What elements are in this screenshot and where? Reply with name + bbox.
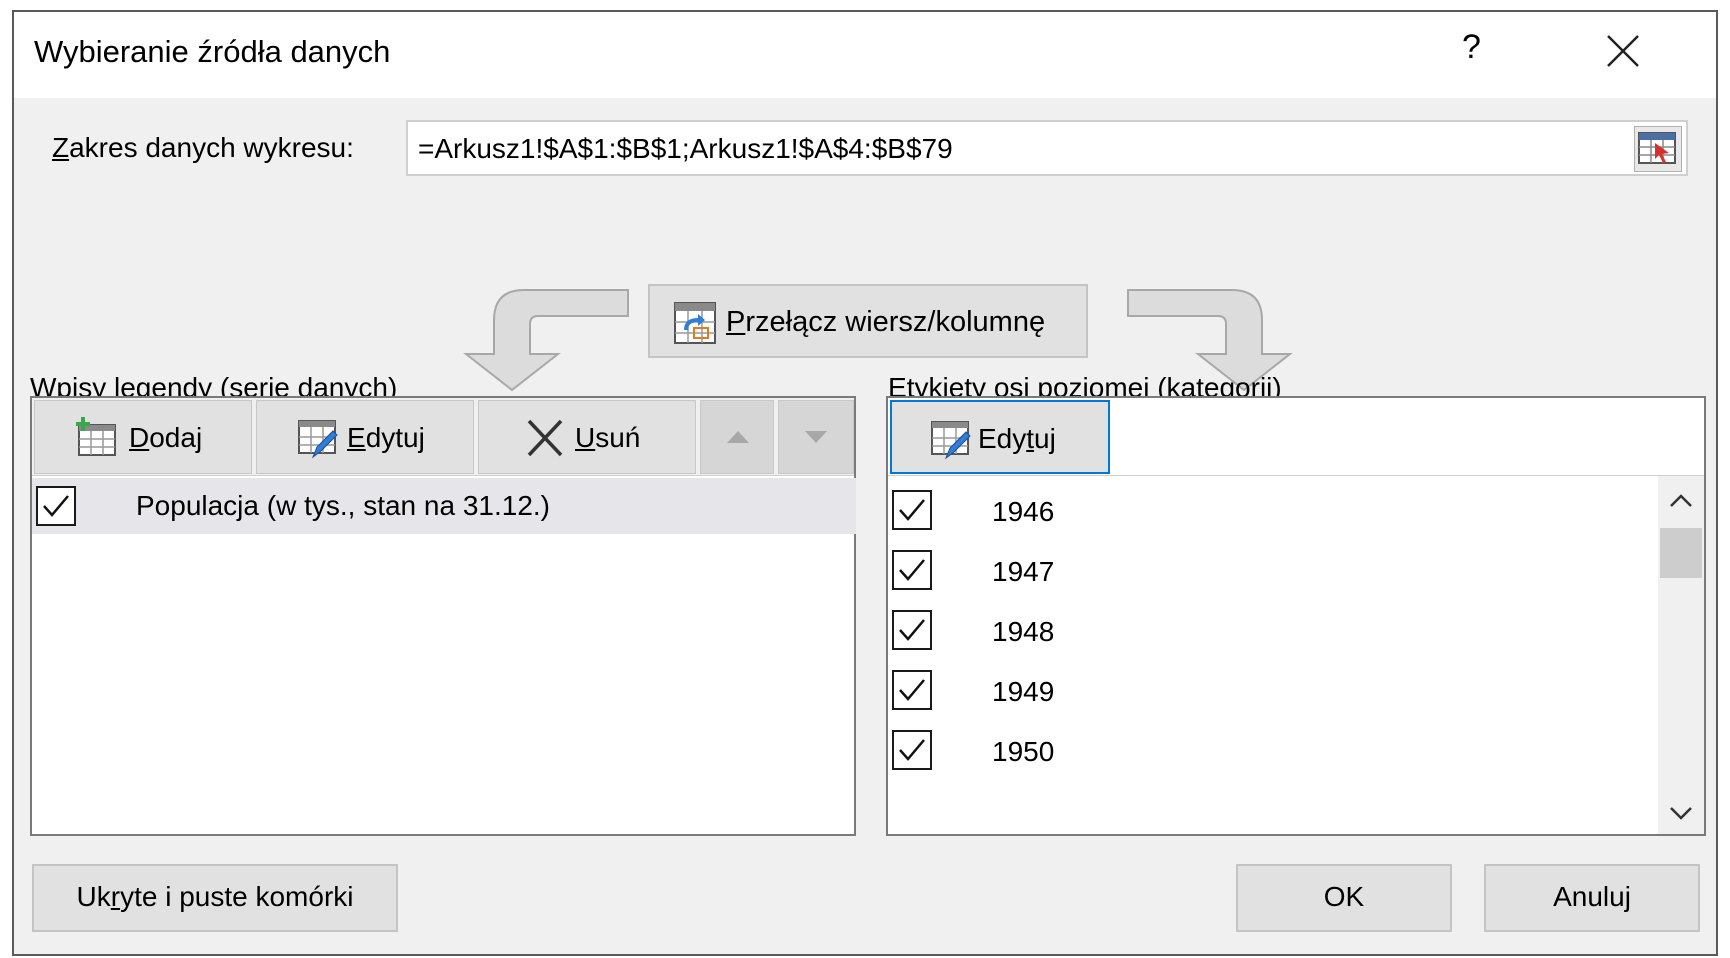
hidden-empty-cells-button[interactable]: Ukryte i puste komórki: [32, 864, 398, 932]
category-checkbox[interactable]: [892, 490, 932, 530]
category-list-item[interactable]: 1946: [888, 482, 1658, 542]
dialog-title: Wybieranie źródła danych: [34, 34, 391, 69]
remove-x-icon: [527, 419, 563, 457]
checkmark-icon: [899, 679, 925, 701]
range-picker-button[interactable]: [1634, 126, 1682, 172]
edit-series-icon: [298, 420, 338, 459]
category-checkbox[interactable]: [892, 610, 932, 650]
chart-data-range-value: =Arkusz1!$A$1:$B$1;Arkusz1!$A$4:$B$79: [418, 133, 953, 164]
category-checkbox[interactable]: [892, 670, 932, 710]
legend-toolbar: Dodaj Edytuj Usuń: [32, 398, 854, 476]
category-label: 1948: [992, 616, 1055, 647]
chart-data-range-label: Zakres danych wykresu:: [52, 132, 354, 163]
chart-data-range-input[interactable]: =Arkusz1!$A$1:$B$1;Arkusz1!$A$4:$B$79: [406, 120, 1688, 176]
help-button[interactable]: ?: [1462, 28, 1481, 67]
cancel-button[interactable]: Anuluj: [1484, 864, 1700, 932]
triangle-down-icon: [805, 431, 827, 443]
scrollbar-thumb[interactable]: [1660, 528, 1702, 578]
title-bar: Wybieranie źródła danych ?: [14, 12, 1716, 98]
category-scrollbar[interactable]: [1658, 476, 1704, 834]
add-series-label: Dodaj: [129, 422, 203, 453]
switch-row-column-icon: [674, 302, 716, 344]
category-checkbox[interactable]: [892, 550, 932, 590]
category-checkbox[interactable]: [892, 730, 932, 770]
category-toolbar: Edytuj: [888, 398, 1704, 476]
triangle-up-icon: [727, 431, 749, 443]
add-series-icon: [76, 417, 116, 456]
ok-button[interactable]: OK: [1236, 864, 1452, 932]
edit-series-label: Edytuj: [347, 422, 425, 453]
move-up-button[interactable]: [700, 400, 774, 474]
category-list-item[interactable]: 1948: [888, 602, 1658, 662]
category-list-item[interactable]: 1947: [888, 542, 1658, 602]
edit-categories-icon: [931, 421, 971, 460]
remove-series-button[interactable]: Usuń: [478, 400, 696, 474]
scroll-up-chevron-icon[interactable]: [1666, 486, 1696, 516]
close-button[interactable]: [1600, 28, 1646, 74]
add-series-button[interactable]: Dodaj: [34, 400, 252, 474]
category-label: 1946: [992, 496, 1055, 527]
series-name: Populacja (w tys., stan na 31.12.): [136, 490, 550, 521]
edit-series-button[interactable]: Edytuj: [256, 400, 474, 474]
category-label: 1949: [992, 676, 1055, 707]
close-icon: [1607, 35, 1639, 67]
series-list-item[interactable]: Populacja (w tys., stan na 31.12.): [32, 478, 856, 534]
select-data-source-dialog: Wybieranie źródła danych ? Zakres danych…: [12, 10, 1718, 956]
category-labels-panel: Edytuj 1946 1947 1948 1949 1950: [886, 396, 1706, 836]
scroll-down-chevron-icon[interactable]: [1666, 798, 1696, 828]
category-list-item[interactable]: 1949: [888, 662, 1658, 722]
category-list-item[interactable]: 1950: [888, 722, 1658, 782]
edit-categories-button[interactable]: Edytuj: [890, 400, 1110, 474]
checkmark-icon: [899, 499, 925, 521]
remove-series-label: Usuń: [575, 422, 641, 453]
category-label: 1950: [992, 736, 1055, 767]
range-picker-icon: [1638, 132, 1676, 164]
switch-row-column-label: Przełącz wiersz/kolumnę: [726, 306, 1046, 338]
category-label: 1947: [992, 556, 1055, 587]
checkmark-icon: [899, 739, 925, 761]
move-down-button[interactable]: [778, 400, 854, 474]
legend-entries-panel: Dodaj Edytuj Usuń Populacja (w tys., sta…: [30, 396, 856, 836]
left-curved-arrow-icon: [463, 289, 629, 392]
checkmark-icon: [899, 619, 925, 641]
checkmark-icon: [899, 559, 925, 581]
series-checkbox[interactable]: [36, 486, 76, 526]
checkmark-icon: [43, 495, 69, 517]
edit-categories-label: Edytuj: [978, 423, 1056, 454]
switch-row-column-button[interactable]: Przełącz wiersz/kolumnę: [648, 284, 1088, 358]
